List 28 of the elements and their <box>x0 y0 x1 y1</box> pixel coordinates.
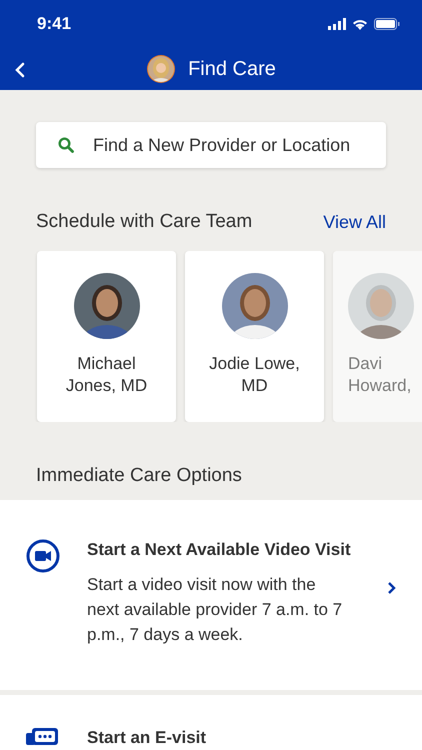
provider-card[interactable]: Davi Howard, <box>333 250 422 422</box>
search-icon <box>58 137 74 153</box>
status-time: 9:41 <box>37 13 72 36</box>
care-option[interactable]: Start a Next Available Video Visit Start a video visit now with the next available provider 7 a.m. to 7 p.m., 7 days a week. <box>0 500 422 690</box>
chevron-right-icon[interactable] <box>387 580 396 594</box>
section-heading: Immediate Care Options <box>36 464 242 486</box>
provider-name: Howard, <box>348 374 412 396</box>
wifi-icon <box>352 18 368 30</box>
option-title: Start an E-visit <box>87 726 208 748</box>
provider-card[interactable]: Jodie Lowe, MD <box>185 250 324 422</box>
option-title: Start a Next Available Video Visit <box>87 538 352 560</box>
back-icon[interactable] <box>15 62 25 78</box>
care-option[interactable]: Start an E-visit <box>0 694 422 750</box>
page-title: Find Care <box>188 57 276 82</box>
chat-icon <box>26 726 60 746</box>
provider-name: Michael <box>76 352 137 374</box>
provider-name: Davi <box>348 352 384 374</box>
video-camera-icon <box>26 538 60 572</box>
provider-name: Jones, MD <box>66 374 148 396</box>
provider-name: Jodie Lowe, <box>209 352 300 374</box>
battery-icon <box>374 18 400 30</box>
view-all-link[interactable]: View All <box>323 208 386 236</box>
signal-icon <box>328 18 346 30</box>
provider-card[interactable]: Michael Jones, MD <box>37 250 176 422</box>
search-field[interactable]: Find a New Provider or Location <box>36 122 386 168</box>
provider-name: MD <box>240 374 269 396</box>
section-heading: Schedule with Care Team <box>36 210 252 234</box>
option-description: Start a video visit now with the next available provider 7 a.m. to 7 p.m., 7 days a week. <box>87 574 344 646</box>
